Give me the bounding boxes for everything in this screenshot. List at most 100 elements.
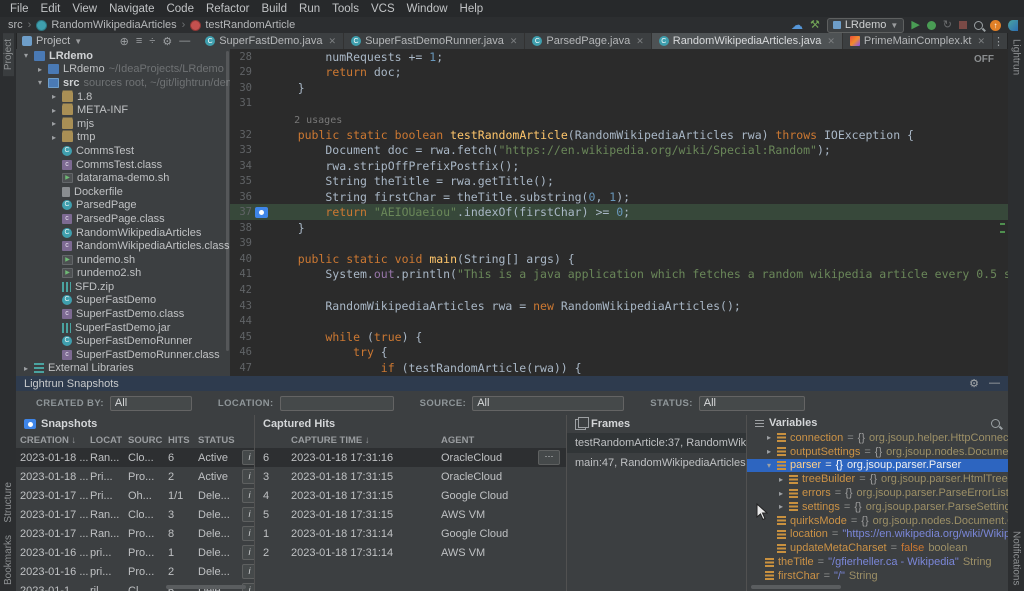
chevron-right-icon[interactable]: ▸	[777, 475, 785, 484]
variable-row-settings[interactable]: ▸settings={}org.jsoup.parser.ParseSettin…	[747, 500, 1008, 514]
variable-row-quirksMode[interactable]: quirksMode={}org.jsoup.nodes.Document.Qu…	[747, 514, 1008, 528]
tree-scrollbar[interactable]	[226, 51, 229, 351]
info-button[interactable]: i	[242, 450, 254, 465]
build-hammer-icon[interactable]: ⚒	[810, 19, 820, 31]
info-button[interactable]: i	[242, 526, 254, 541]
settings-icon[interactable]: ⚙	[162, 35, 172, 48]
tab-SuperFastDemo.java[interactable]: CSuperFastDemo.java✕	[198, 33, 344, 49]
code-line[interactable]: 46 try {	[230, 344, 1008, 360]
settings-icon[interactable]: ⚙	[969, 377, 979, 390]
hit-row[interactable]: 32023-01-18 17:31:15OracleCloud	[255, 467, 566, 486]
filter-value-box[interactable]: All	[472, 396, 624, 411]
snapshot-camera-icon[interactable]	[255, 207, 268, 218]
tree-item-ParsedPage.class[interactable]: cParsedPage.class	[16, 212, 230, 226]
lightrun-off-toggle[interactable]: OFF	[974, 54, 994, 65]
menu-view[interactable]: View	[66, 3, 103, 15]
close-icon[interactable]: ✕	[510, 36, 518, 47]
code-line[interactable]: 37 return "AEIOUaeiou".indexOf(firstChar…	[230, 204, 1008, 220]
variable-row-errors[interactable]: ▸errors={}org.jsoup.parser.ParseErrorLis…	[747, 486, 1008, 500]
column-header[interactable]: SOURC	[128, 435, 168, 446]
variable-row-outputSettings[interactable]: ▸outputSettings={}org.jsoup.nodes.Docume…	[747, 445, 1008, 459]
code-line[interactable]: 47 if (testRandomArticle(rwa)) {	[230, 360, 1008, 376]
chevron-right-icon[interactable]: ▸	[50, 106, 58, 115]
chevron-right-icon[interactable]: ▸	[50, 133, 58, 142]
tree-item-rundemo.sh[interactable]: ▶rundemo.sh	[16, 253, 230, 267]
filter-value-box[interactable]	[280, 396, 394, 411]
tree-item-SuperFastDemo.class[interactable]: cSuperFastDemo.class	[16, 307, 230, 321]
variable-row-theTitle[interactable]: theTitle="/gfierheller.ca - Wikipedia"St…	[747, 555, 1008, 569]
horizontal-scrollbar[interactable]	[751, 585, 841, 589]
snapshot-row[interactable]: 2023-01-17 ...Pri...Oh...1/1Dele...i	[16, 486, 254, 505]
rerun-icon[interactable]: ↻	[943, 19, 952, 31]
code-line[interactable]: 33 Document doc = rwa.fetch("https://en.…	[230, 142, 1008, 158]
tree-item-mjs[interactable]: ▸mjs	[16, 117, 230, 131]
menu-file[interactable]: File	[4, 3, 35, 15]
debug-button[interactable]	[927, 21, 936, 30]
column-header[interactable]: HITS	[168, 435, 198, 446]
run-configuration-select[interactable]: LRdemo ▼	[827, 18, 905, 33]
info-button[interactable]: i	[242, 469, 254, 484]
frame-row[interactable]: testRandomArticle:37, RandomWikipediaA	[567, 433, 746, 453]
chevron-down-icon[interactable]: ▾	[22, 51, 30, 60]
info-button[interactable]: i	[242, 545, 254, 560]
tree-item-datarama-demo.sh[interactable]: ▶datarama-demo.sh	[16, 171, 230, 185]
code-line[interactable]: 30 }	[230, 80, 1008, 96]
update-notification-icon[interactable]: ↑	[990, 20, 1001, 31]
menu-window[interactable]: Window	[401, 3, 454, 15]
project-panel-title[interactable]: Project	[36, 35, 70, 47]
tree-item-CommsTest[interactable]: CCommsTest	[16, 144, 230, 158]
menu-run[interactable]: Run	[293, 3, 326, 15]
hit-row[interactable]: 12023-01-18 17:31:14Google Cloud	[255, 524, 566, 543]
minimize-icon[interactable]: —	[989, 377, 1000, 390]
tree-item-RandomWikipediaArticles[interactable]: CRandomWikipediaArticles	[16, 226, 230, 240]
code-line[interactable]: 38 }	[230, 220, 1008, 236]
hit-row[interactable]: 52023-01-18 17:31:15AWS VM	[255, 505, 566, 524]
code-line[interactable]: 35 String theTitle = rwa.getTitle();	[230, 173, 1008, 189]
editor-scrollbar[interactable]	[998, 49, 1006, 376]
plugin-icon[interactable]	[1008, 20, 1018, 31]
code-line[interactable]: 43 RandomWikipediaArticles rwa = new Ran…	[230, 298, 1008, 314]
code-line[interactable]: 45 while (true) {	[230, 329, 1008, 345]
column-header[interactable]: CAPTURE TIME ↓	[291, 435, 441, 446]
close-icon[interactable]: ✕	[827, 36, 835, 47]
code-line[interactable]: 34 rwa.stripOffPrefixPostfix();	[230, 158, 1008, 174]
collapse-all-icon[interactable]: ≡	[136, 35, 142, 47]
tool-strip-bookmarks[interactable]: Bookmarks	[3, 529, 14, 591]
tree-item-External Libraries[interactable]: ▸External Libraries	[16, 362, 230, 376]
more-tabs-icon[interactable]: ⋮	[993, 35, 1008, 48]
code-line[interactable]: 42	[230, 282, 1008, 298]
column-header[interactable]: STATUS	[198, 435, 242, 446]
snapshot-row[interactable]: 2023-01-18 ...Ran...Clo...6Activei	[16, 448, 254, 467]
code-line[interactable]: 40 public static void main(String[] args…	[230, 251, 1008, 267]
chevron-right-icon[interactable]: ▸	[765, 447, 773, 456]
close-icon[interactable]: ✕	[977, 36, 985, 47]
menu-help[interactable]: Help	[454, 3, 490, 15]
menu-navigate[interactable]: Navigate	[103, 3, 160, 15]
tree-item-SuperFastDemo[interactable]: CSuperFastDemo	[16, 294, 230, 308]
close-icon[interactable]: ✕	[329, 36, 337, 47]
tab-PrimeMainComplex.kt[interactable]: KPrimeMainComplex.kt✕	[843, 33, 993, 49]
info-button[interactable]: i	[242, 564, 254, 579]
column-header[interactable]: CREATION ↓	[20, 435, 90, 446]
menu-vcs[interactable]: VCS	[365, 3, 401, 15]
code-editor[interactable]: 28 numRequests += 1;29 return doc;30 }31…	[230, 49, 1008, 376]
tree-item-SFD.zip[interactable]: SFD.zip	[16, 280, 230, 294]
chevron-right-icon[interactable]: ▸	[36, 65, 44, 74]
info-button[interactable]: i	[242, 507, 254, 522]
menu-refactor[interactable]: Refactor	[200, 3, 255, 15]
menu-tools[interactable]: Tools	[326, 3, 365, 15]
tree-item-rundemo2.sh[interactable]: ▶rundemo2.sh	[16, 267, 230, 281]
tool-strip-project[interactable]: Project	[3, 33, 14, 76]
variable-row-connection[interactable]: ▸connection={}org.jsoup.helper.HttpConne…	[747, 431, 1008, 445]
chevron-right-icon[interactable]: ▸	[777, 489, 785, 498]
code-line[interactable]: 2 usages	[230, 111, 1008, 127]
tool-strip-structure[interactable]: Structure	[3, 476, 14, 529]
snapshot-row[interactable]: 2023-01-16 ...pri...Pro...2Dele...i	[16, 562, 254, 581]
chevron-down-icon[interactable]: ▾	[36, 78, 44, 87]
snapshot-row[interactable]: 2023-01-17 ...Ran...Pro...8Dele...i	[16, 524, 254, 543]
tree-item-LRdemo[interactable]: ▾LRdemo	[16, 49, 230, 63]
tree-item-Dockerfile[interactable]: Dockerfile	[16, 185, 230, 199]
breadcrumb-item-testRandomArticle[interactable]: testRandomArticle	[190, 19, 295, 31]
code-line[interactable]: 36 String firstChar = theTitle.substring…	[230, 189, 1008, 205]
tree-item-CommsTest.class[interactable]: cCommsTest.class	[16, 158, 230, 172]
